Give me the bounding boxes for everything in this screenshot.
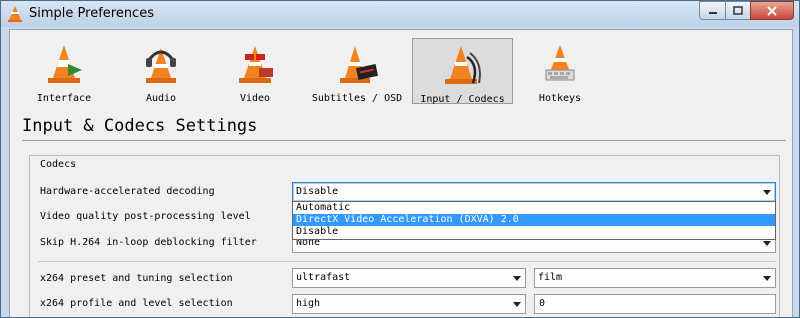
title-bar[interactable]: Simple Preferences [1, 1, 799, 27]
tab-audio[interactable]: Audio [116, 38, 206, 104]
tab-label-interface: Interface [36, 93, 92, 104]
row-separator [38, 261, 776, 262]
codecs-group-title: Codecs [40, 159, 77, 170]
skip-h264-label: Skip H.264 in-loop deblocking filter [40, 237, 257, 248]
post-processing-label: Video quality post-processing level [40, 211, 251, 222]
x264-level-input[interactable]: 0 [534, 294, 776, 314]
minimize-icon [708, 11, 717, 14]
traffic-cone-headphones-icon [146, 48, 176, 83]
tab-video[interactable]: Video [214, 38, 296, 104]
tab-label-hotkeys: Hotkeys [538, 93, 582, 104]
close-icon [767, 5, 777, 16]
preferences-window: Simple Preferences Interface Audio Video… [0, 0, 800, 318]
chevron-down-icon [512, 295, 522, 313]
vlc-cone-icon [8, 6, 22, 22]
hw-decoding-dropdown-list: Automatic DirectX Video Acceleration (DX… [292, 201, 776, 240]
maximize-button[interactable] [725, 1, 751, 20]
maximize-icon [733, 6, 743, 15]
tab-label-input-codecs: Input / Codecs [420, 94, 505, 105]
hw-decoding-value: Disable [296, 186, 339, 197]
x264-preset-label: x264 preset and tuning selection [40, 273, 233, 284]
dropdown-option-dxva2[interactable]: DirectX Video Acceleration (DXVA) 2.0 [293, 214, 775, 226]
x264-profile-select[interactable]: high [292, 294, 526, 314]
x264-tune-select[interactable]: film [534, 268, 776, 288]
traffic-cone-subtitles-icon [340, 46, 379, 83]
x264-profile-label: x264 profile and level selection [40, 298, 233, 309]
dropdown-option-automatic[interactable]: Automatic [293, 202, 775, 214]
chevron-down-icon [512, 269, 522, 287]
traffic-cone-glasses-icon [239, 46, 273, 83]
tab-label-subtitles-osd: Subtitles / OSD [311, 93, 403, 104]
traffic-cone-interface-icon [48, 45, 82, 83]
hw-decoding-label: Hardware-accelerated decoding [40, 186, 215, 197]
minimize-button[interactable] [699, 1, 726, 20]
traffic-cone-keyboard-icon [545, 45, 575, 81]
x264-tune-value: film [538, 272, 563, 283]
preferences-content: Interface Audio Video Subtitles / OSD In… [9, 29, 793, 317]
chevron-down-icon [762, 269, 772, 287]
dropdown-option-disable[interactable]: Disable [293, 226, 775, 238]
tab-interface[interactable]: Interface [24, 38, 104, 104]
tab-label-video: Video [239, 93, 271, 104]
tab-subtitles-osd[interactable]: Subtitles / OSD [308, 38, 406, 104]
x264-profile-value: high [296, 298, 321, 309]
window-title: Simple Preferences [29, 6, 154, 21]
page-title: Input & Codecs Settings [22, 116, 258, 136]
x264-preset-value: ultrafast [296, 272, 351, 283]
title-divider [22, 140, 786, 141]
close-button[interactable] [750, 1, 794, 20]
tab-hotkeys[interactable]: Hotkeys [522, 38, 598, 104]
chevron-down-icon [762, 183, 772, 201]
tab-input-codecs[interactable]: Input / Codecs [412, 38, 513, 105]
tab-label-audio: Audio [145, 93, 177, 104]
traffic-cone-cables-icon [444, 46, 481, 84]
x264-preset-select[interactable]: ultrafast [292, 268, 526, 288]
hw-decoding-select[interactable]: Disable [292, 182, 776, 202]
